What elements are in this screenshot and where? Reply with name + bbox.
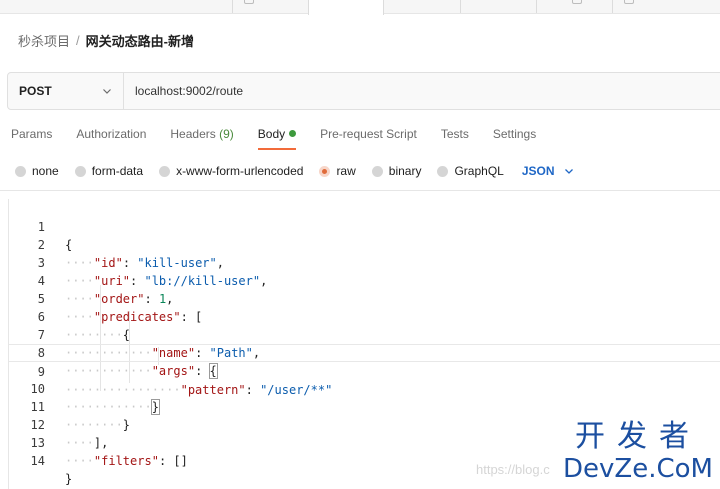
body-type-urlencoded-label: x-www-form-urlencoded	[176, 164, 304, 178]
watermark-logo-en: DevZe.CoM	[563, 454, 713, 484]
method-label: POST	[19, 84, 52, 98]
tab-headers-label: Headers	[170, 127, 216, 141]
body-status-dot-icon	[289, 130, 297, 137]
body-type-raw-label: raw	[336, 164, 356, 178]
url-input[interactable]	[124, 73, 684, 109]
watermark-logo-cn: 开发者	[575, 419, 701, 454]
code-line: 4 ····"order": 1,	[9, 254, 720, 306]
radio-checked-icon	[319, 165, 331, 177]
method-select[interactable]: POST	[8, 73, 124, 109]
request-tab-active[interactable]	[308, 0, 384, 15]
code-line-current: 9 ················"pattern": "/user/**"	[9, 344, 720, 397]
headers-count-badge: (9)	[219, 127, 234, 141]
radio-icon	[159, 165, 171, 177]
code-line: 8 ············"args": {	[9, 326, 720, 379]
body-type-form-data[interactable]: form-data	[74, 164, 144, 178]
code-line: 11 ········}	[9, 380, 720, 432]
code-line: 2 ····"id": "kill-user",	[9, 218, 720, 270]
chevron-down-icon	[564, 169, 573, 174]
tab-icon-fragment	[624, 0, 634, 4]
breadcrumb-collection[interactable]: 秒杀项目	[18, 31, 70, 50]
tab-divider	[536, 0, 537, 13]
body-type-graphql[interactable]: GraphQL	[437, 164, 504, 178]
tab-icon-fragment	[572, 0, 582, 4]
code-line: 12 ····],	[9, 398, 720, 450]
code-line: 5 ····"predicates": [	[9, 272, 720, 324]
body-type-none-label: none	[32, 164, 59, 178]
radio-icon	[15, 165, 26, 177]
code-line: 1 {	[9, 200, 720, 252]
body-type-form-data-label: form-data	[91, 164, 144, 178]
code-line: 10 ············}	[9, 362, 720, 415]
request-tabs: Params Authorization Headers (9) Body Pr…	[11, 126, 560, 150]
body-type-binary-label: binary	[388, 164, 422, 178]
tab-prerequest-script[interactable]: Pre-request Script	[320, 126, 417, 150]
request-bar: POST	[7, 72, 720, 110]
section-divider	[0, 190, 720, 191]
request-tab-strip	[0, 0, 720, 15]
code-line: 3 ····"uri": "lb://kill-user",	[9, 236, 720, 288]
tab-icon-fragment	[244, 0, 254, 4]
body-type-none[interactable]: none	[15, 164, 59, 178]
tab-params[interactable]: Params	[11, 126, 52, 150]
tab-divider	[460, 0, 461, 13]
code-line: 6 ········{	[9, 290, 720, 342]
tab-headers[interactable]: Headers (9)	[170, 126, 233, 150]
radio-icon	[437, 165, 449, 177]
line-number: 14	[30, 454, 45, 468]
body-format-select[interactable]: JSON	[522, 164, 575, 178]
tab-body[interactable]: Body	[257, 126, 297, 150]
body-type-selector: none form-data x-www-form-urlencoded raw…	[15, 162, 575, 180]
breadcrumb: 秒杀项目 / 网关动态路由-新增	[18, 31, 194, 49]
body-format-label: JSON	[521, 164, 555, 178]
tab-divider	[232, 0, 233, 13]
tab-authorization[interactable]: Authorization	[76, 126, 146, 150]
json-key: "filters"	[93, 454, 159, 468]
watermark-url: https://blog.c	[476, 462, 550, 477]
tab-body-label: Body	[257, 127, 286, 141]
breadcrumb-separator: /	[76, 32, 80, 48]
body-type-urlencoded[interactable]: x-www-form-urlencoded	[159, 164, 303, 178]
tab-tests[interactable]: Tests	[441, 126, 469, 150]
request-name[interactable]: 网关动态路由-新增	[86, 31, 194, 50]
tab-divider	[612, 0, 613, 13]
body-type-raw[interactable]: raw	[319, 164, 356, 178]
chevron-down-icon	[103, 89, 111, 94]
radio-icon	[371, 165, 383, 177]
code-line: 7 ············"name": "Path",	[9, 308, 720, 360]
body-type-graphql-label: GraphQL	[454, 164, 504, 178]
body-type-binary[interactable]: binary	[371, 164, 422, 178]
watermark-logo: 开发者 DevZe.CoM	[563, 419, 713, 485]
tab-settings[interactable]: Settings	[493, 126, 536, 150]
radio-icon	[74, 165, 86, 177]
